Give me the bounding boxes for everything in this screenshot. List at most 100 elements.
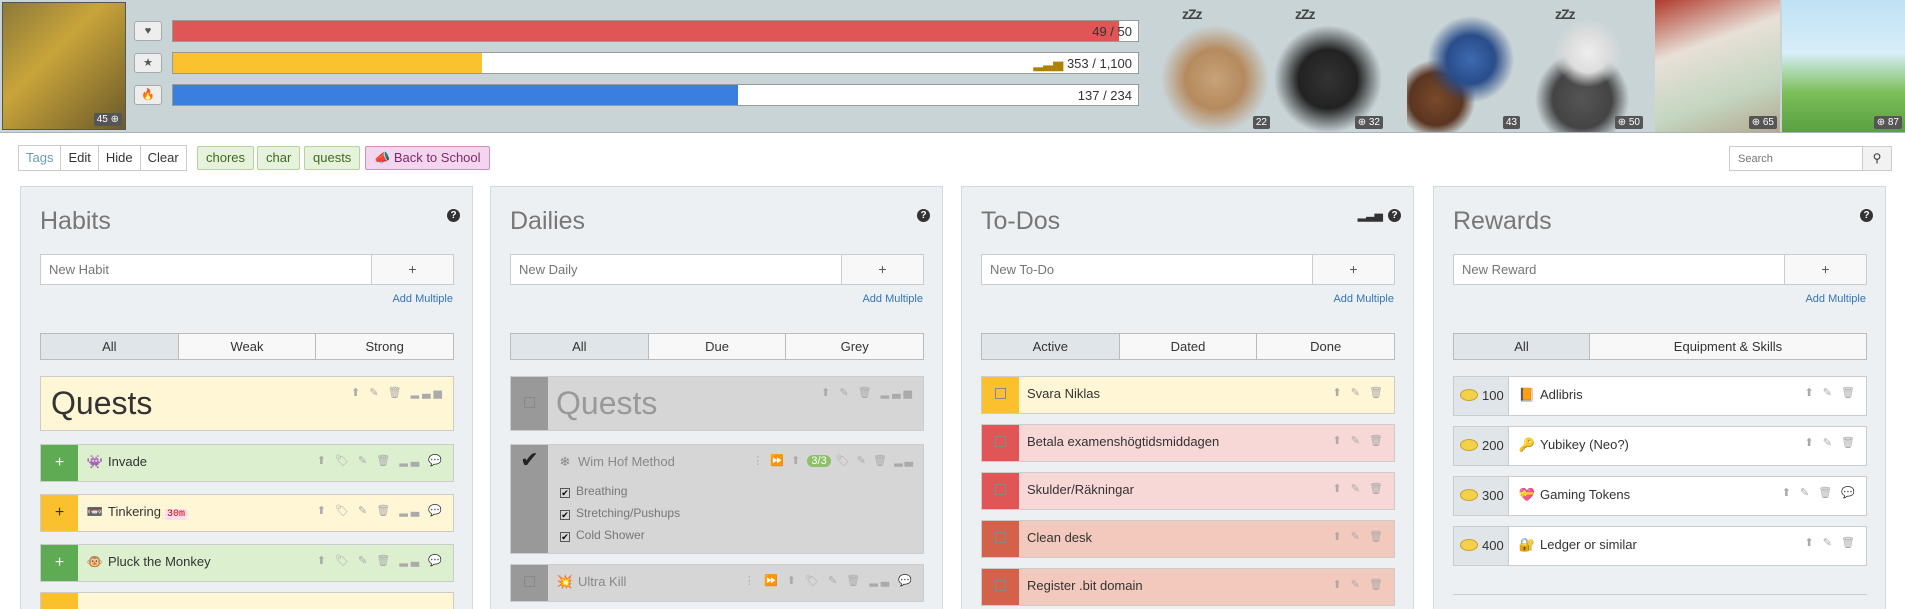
daily-item[interactable]: 💥 Ultra Kill ⋮ ⏩ ⬆ 🏷 ✎ 🗑 ▂▃ 💬 bbox=[510, 564, 924, 602]
filter-equipment-skills[interactable]: Equipment & Skills bbox=[1589, 334, 1866, 359]
filter-active[interactable]: Active bbox=[982, 334, 1119, 359]
task-actions[interactable]: ⬆ 🏷 ✎ 🗑 ▂▃ 💬 bbox=[317, 454, 445, 467]
task-actions[interactable]: ⋮ ⏩ ⬆ 3/3 🏷 ✎ 🗑 ▂▃ bbox=[752, 454, 915, 467]
todo-item[interactable]: Skulder/Räkningar ⬆ ✎ 🗑 bbox=[981, 472, 1395, 510]
tag-chores[interactable]: chores bbox=[197, 146, 255, 170]
party-member-4[interactable]: zZz ⊕ 50 bbox=[1530, 0, 1646, 132]
add-todo-button[interactable]: + bbox=[1312, 254, 1395, 285]
add-multiple-link[interactable]: Add Multiple bbox=[1805, 293, 1866, 305]
daily-checkbox[interactable] bbox=[511, 565, 548, 601]
habit-item[interactable]: + 📼 Tinkering 30m ⬆ 🏷 ✎ 🗑 ▂▃ 💬 bbox=[40, 494, 454, 532]
hide-tags-button[interactable]: Hide bbox=[97, 145, 141, 171]
add-multiple-link[interactable]: Add Multiple bbox=[862, 293, 923, 305]
filter-done[interactable]: Done bbox=[1256, 334, 1394, 359]
add-multiple-link[interactable]: Add Multiple bbox=[1333, 293, 1394, 305]
new-reward-input[interactable] bbox=[1453, 254, 1785, 285]
todo-checkbox[interactable] bbox=[982, 473, 1019, 509]
reward-item[interactable]: 300 💝 Gaming Tokens ⬆ ✎ 🗑 💬 bbox=[1453, 476, 1867, 516]
reward-price-button[interactable]: 300 bbox=[1454, 477, 1509, 515]
reward-price-button[interactable]: 100 bbox=[1454, 377, 1509, 415]
task-actions[interactable]: ⬆ ✎ 🗑 bbox=[1332, 482, 1386, 495]
add-daily-button[interactable]: + bbox=[841, 254, 924, 285]
daily-item[interactable]: ✔ ❄ Wim Hof Method ⋮ ⏩ ⬆ 3/3 🏷 ✎ 🗑 ▂▃ ✔ Br… bbox=[510, 444, 924, 554]
checklist-item[interactable]: ✔ Stretching/Pushups bbox=[560, 506, 680, 520]
check-icon[interactable]: ✔ bbox=[511, 445, 548, 553]
todo-checkbox[interactable] bbox=[982, 425, 1019, 461]
reward-price-button[interactable]: 200 bbox=[1454, 427, 1509, 465]
todo-checkbox[interactable] bbox=[982, 521, 1019, 557]
task-actions[interactable]: ⬆ ✎ 🗑 bbox=[1332, 386, 1386, 399]
add-reward-button[interactable]: + bbox=[1784, 254, 1867, 285]
new-daily-input[interactable] bbox=[510, 254, 842, 285]
task-actions[interactable]: ⬆ ✎ 🗑 bbox=[1332, 530, 1386, 543]
todo-item[interactable]: Betala examenshögtidsmiddagen ⬆ ✎ 🗑 bbox=[981, 424, 1395, 462]
filter-due[interactable]: Due bbox=[647, 334, 786, 359]
habit-quests-header[interactable]: Quests ⬆ ✎ 🗑 ▂▃▅ bbox=[40, 376, 454, 431]
signal-icon[interactable]: ▂▃▅ bbox=[1358, 209, 1383, 222]
party-member-6[interactable]: ⊕ 87 bbox=[1782, 0, 1905, 132]
habit-item[interactable] bbox=[40, 592, 454, 609]
dailies-title: Dailies bbox=[510, 207, 586, 235]
task-actions[interactable]: ⬆ ✎ 🗑 💬 bbox=[1782, 486, 1858, 499]
habit-plus-button[interactable]: + bbox=[41, 495, 78, 531]
back-to-school-button[interactable]: 📣 Back to School bbox=[365, 146, 490, 170]
checklist-progress-badge[interactable]: 3/3 bbox=[807, 455, 831, 467]
party-member-1[interactable]: zZz 22 bbox=[1157, 0, 1273, 132]
tag-char[interactable]: char bbox=[257, 146, 301, 170]
avatar[interactable]: 45 ⊕ bbox=[2, 2, 126, 130]
task-actions[interactable]: ⬆ ✎ 🗑 ▂▃▅ bbox=[351, 386, 445, 399]
habit-item[interactable]: + 👾 Invade ⬆ 🏷 ✎ 🗑 ▂▃ 💬 bbox=[40, 444, 454, 482]
filter-strong[interactable]: Strong bbox=[315, 334, 453, 359]
task-actions[interactable]: ⬆ 🏷 ✎ 🗑 ▂▃ 💬 bbox=[317, 554, 445, 567]
daily-checkbox[interactable] bbox=[511, 377, 548, 430]
task-actions[interactable]: ⋮ ⏩ ⬆ 🏷 ✎ 🗑 ▂▃ 💬 bbox=[744, 574, 915, 587]
help-icon[interactable]: ? bbox=[447, 209, 460, 222]
help-icon[interactable]: ? bbox=[917, 209, 930, 222]
add-multiple-link[interactable]: Add Multiple bbox=[392, 293, 453, 305]
add-habit-button[interactable]: + bbox=[371, 254, 454, 285]
task-actions[interactable]: ⬆ ✎ 🗑 bbox=[1804, 436, 1858, 449]
edit-tags-button[interactable]: Edit bbox=[60, 145, 99, 171]
todo-checkbox[interactable] bbox=[982, 377, 1019, 413]
filter-dated[interactable]: Dated bbox=[1118, 334, 1257, 359]
checklist-item[interactable]: ✔ Breathing bbox=[560, 484, 627, 498]
new-habit-input[interactable] bbox=[40, 254, 372, 285]
task-actions[interactable]: ⬆ ✎ 🗑 bbox=[1804, 386, 1858, 399]
task-actions[interactable]: ⬆ ✎ 🗑 bbox=[1804, 536, 1858, 549]
reward-item[interactable]: 400 🔐 Ledger or similar ⬆ ✎ 🗑 bbox=[1453, 526, 1867, 566]
todo-item[interactable]: Svara Niklas ⬆ ✎ 🗑 bbox=[981, 376, 1395, 414]
help-icon[interactable]: ? bbox=[1388, 209, 1401, 222]
clear-tags-button[interactable]: Clear bbox=[139, 145, 187, 171]
task-actions[interactable]: ⬆ ✎ 🗑 bbox=[1332, 434, 1386, 447]
tag-quests[interactable]: quests bbox=[304, 146, 361, 170]
todo-item[interactable]: Clean desk ⬆ ✎ 🗑 bbox=[981, 520, 1395, 558]
filter-weak[interactable]: Weak bbox=[177, 334, 316, 359]
task-actions[interactable]: ⬆ ✎ 🗑 ▂▃▅ bbox=[821, 386, 915, 399]
reward-item[interactable]: 100 📙 Adlibris ⬆ ✎ 🗑 bbox=[1453, 376, 1867, 416]
party-member-3[interactable]: 43 bbox=[1407, 0, 1523, 132]
todo-checkbox[interactable] bbox=[982, 569, 1019, 605]
search-input[interactable] bbox=[1729, 146, 1863, 171]
checklist-item[interactable]: ✔ Cold Shower bbox=[560, 528, 645, 542]
party-member-2[interactable]: zZz ⊕ 32 bbox=[1270, 0, 1386, 132]
filter-grey[interactable]: Grey bbox=[785, 334, 923, 359]
search-button[interactable]: ⚲ bbox=[1862, 146, 1892, 171]
habit-plus-button[interactable]: + bbox=[41, 545, 78, 581]
todo-item[interactable]: Register .bit domain ⬆ ✎ 🗑 bbox=[981, 568, 1395, 606]
filter-all[interactable]: All bbox=[511, 334, 648, 359]
new-todo-input[interactable] bbox=[981, 254, 1313, 285]
filter-all[interactable]: All bbox=[1454, 334, 1589, 359]
habit-item[interactable]: + 🐵 Pluck the Monkey ⬆ 🏷 ✎ 🗑 ▂▃ 💬 bbox=[40, 544, 454, 582]
habit-plus-button[interactable]: + bbox=[41, 445, 78, 481]
todos-column: To-Dos ▂▃▅ ? + Add Multiple Active Dated… bbox=[961, 186, 1414, 609]
task-actions[interactable]: ⬆ 🏷 ✎ 🗑 ▂▃ 💬 bbox=[317, 504, 445, 517]
habit-plus-button[interactable] bbox=[41, 593, 78, 609]
reward-item[interactable]: 200 🔑 Yubikey (Neo?) ⬆ ✎ 🗑 bbox=[1453, 426, 1867, 466]
party-member-5[interactable]: ⊕ 65 bbox=[1655, 0, 1780, 132]
daily-quests-header[interactable]: Quests ⬆ ✎ 🗑 ▂▃▅ bbox=[510, 376, 924, 431]
help-icon[interactable]: ? bbox=[1860, 209, 1873, 222]
tags-button[interactable]: Tags bbox=[18, 145, 62, 171]
task-actions[interactable]: ⬆ ✎ 🗑 bbox=[1332, 578, 1386, 591]
filter-all[interactable]: All bbox=[41, 334, 178, 359]
reward-price-button[interactable]: 400 bbox=[1454, 527, 1509, 565]
